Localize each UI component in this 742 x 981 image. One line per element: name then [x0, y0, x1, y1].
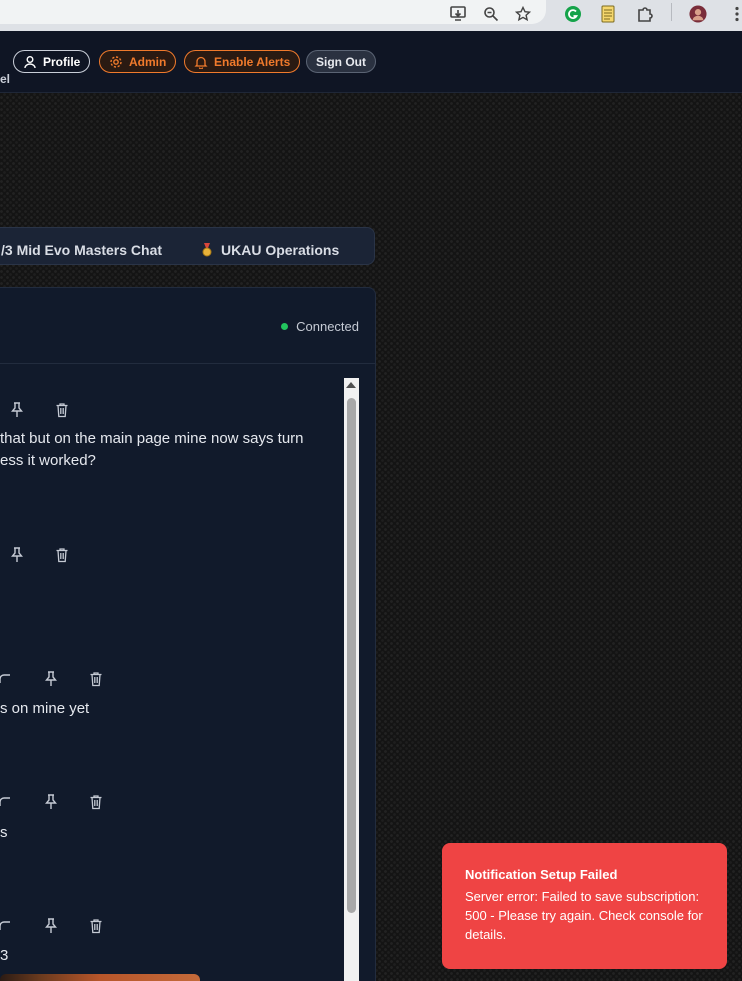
toast-title: Notification Setup Failed [465, 867, 618, 882]
bell-icon [194, 55, 208, 69]
avatar[interactable] [689, 5, 707, 23]
app-header: Profile Admin Enable Alerts Sign Out el [0, 31, 742, 93]
error-toast[interactable]: Notification Setup Failed Server error: … [442, 843, 727, 969]
gear-icon [109, 55, 123, 69]
message-text: s on mine yet [0, 700, 90, 717]
message-text: that but on the main page mine now says … [0, 430, 304, 447]
toolbar-divider [671, 3, 672, 21]
reply-icon[interactable] [0, 669, 16, 689]
pin-icon[interactable] [41, 916, 61, 936]
zoom-out-icon[interactable] [482, 5, 500, 23]
connection-status: Connected [281, 319, 359, 334]
pin-icon[interactable] [7, 400, 27, 420]
admin-button[interactable]: Admin [99, 50, 177, 73]
user-icon [23, 55, 37, 69]
header-title-fragment: el [0, 72, 11, 86]
reply-icon[interactable] [0, 916, 16, 936]
trash-icon[interactable] [86, 669, 106, 689]
status-dot-icon [281, 323, 289, 330]
notes-extension-icon[interactable] [599, 5, 617, 23]
profile-button[interactable]: Profile [13, 50, 91, 73]
trash-icon[interactable] [52, 400, 72, 420]
enable-alerts-label: Enable Alerts [214, 54, 291, 69]
message-text: 3 [0, 947, 9, 964]
message-actions [7, 400, 72, 420]
tab-mid-evo-masters-chat[interactable]: /3 Mid Evo Masters Chat [1, 242, 162, 258]
tab-ukau-operations[interactable]: UKAU Operations [201, 242, 339, 258]
message-text: ess it worked? [0, 452, 96, 469]
connection-status-label: Connected [296, 319, 359, 334]
bookmark-star-icon[interactable] [514, 5, 532, 23]
tab-label: /3 Mid Evo Masters Chat [1, 242, 163, 258]
profile-label: Profile [43, 54, 81, 69]
extensions-puzzle-icon[interactable] [636, 5, 654, 23]
pin-icon[interactable] [7, 545, 27, 565]
sign-out-button[interactable]: Sign Out [306, 50, 376, 73]
message-image[interactable] [0, 974, 200, 981]
medal-icon [201, 242, 213, 258]
trash-icon[interactable] [52, 545, 72, 565]
trash-icon[interactable] [86, 916, 106, 936]
browser-toolbar [0, 0, 742, 31]
channel-tabs: /3 Mid Evo Masters Chat UKAU Operations [0, 227, 375, 265]
sign-out-label: Sign Out [316, 54, 366, 69]
chat-header: Connected [0, 288, 375, 364]
scroll-up-arrow-icon[interactable] [346, 382, 356, 388]
admin-label: Admin [129, 54, 167, 69]
install-app-icon[interactable] [450, 5, 468, 23]
trash-icon[interactable] [86, 792, 106, 812]
scroll-thumb[interactable] [347, 398, 356, 913]
chat-panel: Connected [0, 287, 376, 981]
reply-icon[interactable] [0, 792, 16, 812]
grammarly-extension-icon[interactable] [564, 5, 582, 23]
message-actions [7, 545, 72, 565]
pin-icon[interactable] [41, 669, 61, 689]
message-actions [0, 792, 106, 812]
toast-message: Server error: Failed to save subscriptio… [465, 889, 703, 942]
message-text: s [0, 824, 8, 841]
enable-alerts-button[interactable]: Enable Alerts [184, 50, 301, 73]
pin-icon[interactable] [41, 792, 61, 812]
browser-menu-icon[interactable] [728, 5, 742, 23]
message-actions [0, 916, 106, 936]
message-actions [0, 669, 106, 689]
tab-label: UKAU Operations [221, 242, 340, 258]
chat-scrollbar[interactable] [344, 378, 359, 981]
